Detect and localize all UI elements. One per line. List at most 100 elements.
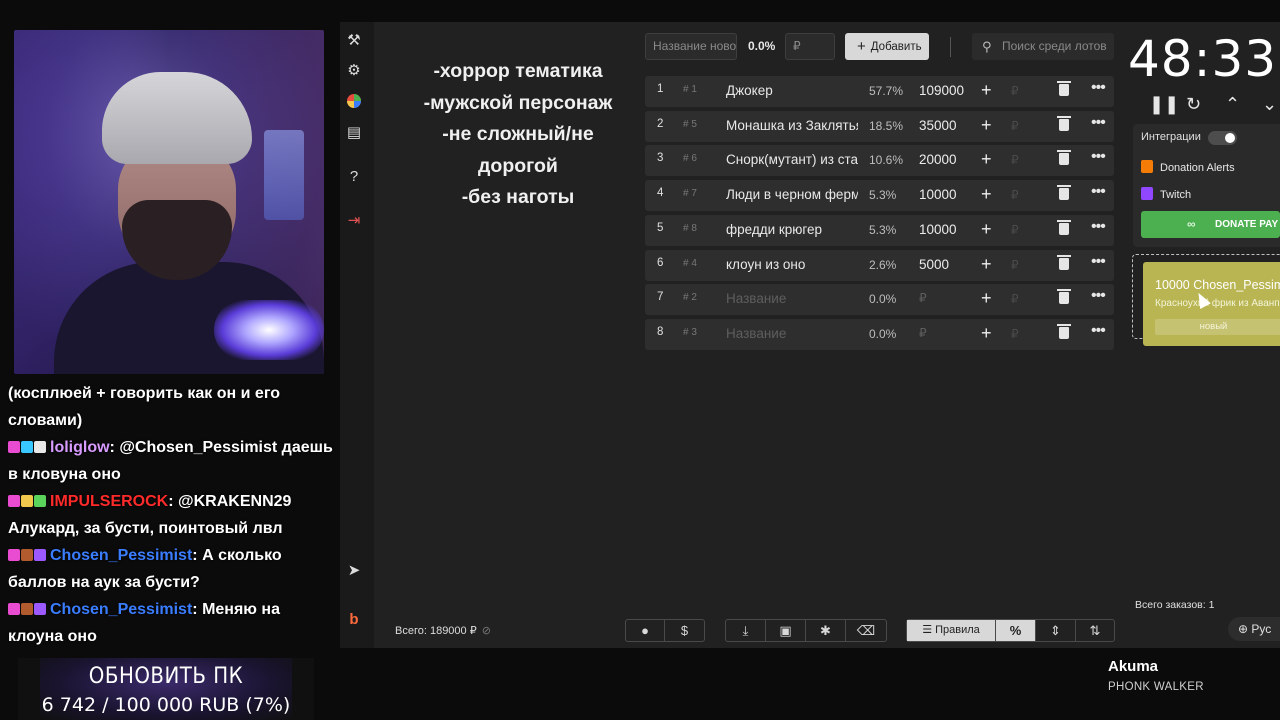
chevron-down-icon[interactable]: ⌄ xyxy=(1262,94,1277,115)
add-amount-icon[interactable]: + xyxy=(981,254,992,275)
wheel-icon[interactable] xyxy=(345,93,363,111)
dollar-icon[interactable]: $ xyxy=(665,620,704,641)
more-icon[interactable]: ••• xyxy=(1091,322,1106,340)
lot-name-input[interactable]: Название xyxy=(726,326,858,341)
goal-title: ОБНОВИТЬ ПК xyxy=(88,664,244,689)
split-icon[interactable]: ⇕ xyxy=(1036,620,1076,641)
trash-icon[interactable] xyxy=(1057,254,1071,270)
new-lot-name-input[interactable]: Название нового лота xyxy=(645,33,737,60)
sort-icon[interactable]: ⇅ xyxy=(1076,620,1114,641)
more-icon[interactable]: ••• xyxy=(1091,114,1106,132)
lot-amount[interactable]: ₽ xyxy=(919,291,927,305)
add-amount-input[interactable]: ₽ xyxy=(1011,258,1019,272)
github-icon[interactable]: ● xyxy=(626,620,665,641)
integration-donation-alerts[interactable]: Donation Alerts xyxy=(1141,160,1235,174)
more-icon[interactable]: ••• xyxy=(1091,148,1106,166)
add-amount-input[interactable]: ₽ xyxy=(1011,84,1019,98)
note-line: дорогой xyxy=(478,154,558,177)
donate-pay-button[interactable]: ∞ DONATE PAY xyxy=(1141,211,1280,238)
language-selector[interactable]: ⊕ Рус xyxy=(1228,617,1280,641)
lot-name-input[interactable]: Снорк(мутант) из сталкера xyxy=(726,152,858,167)
lot-name-input[interactable]: Название xyxy=(726,291,858,306)
add-amount-input[interactable]: ₽ xyxy=(1011,153,1019,167)
new-lot-amount-input[interactable]: ₽ xyxy=(785,33,835,60)
lot-amount[interactable]: 20000 xyxy=(919,152,957,167)
lot-number: 8 xyxy=(657,325,664,338)
chat-badges xyxy=(8,542,47,569)
chat-username[interactable]: Chosen_Pessimist xyxy=(50,601,192,618)
trash-icon[interactable] xyxy=(1057,115,1071,131)
lot-name-input[interactable]: Джокер xyxy=(726,83,858,98)
more-icon[interactable]: ••• xyxy=(1091,183,1106,201)
lot-name-input[interactable]: фредди крюгер xyxy=(726,222,858,237)
gear-icon[interactable]: ⚙ xyxy=(345,62,363,80)
lot-name-input[interactable]: клоун из оно xyxy=(726,257,858,272)
add-amount-input[interactable]: ₽ xyxy=(1011,292,1019,306)
gavel-icon[interactable]: ⚒ xyxy=(345,32,363,50)
lot-search-input[interactable]: ⚲ Поиск среди лотов xyxy=(972,33,1114,60)
chat-username[interactable]: loliglow xyxy=(50,439,110,456)
note-line: -хоррор тематика xyxy=(433,60,603,82)
trash-icon[interactable] xyxy=(1057,150,1071,166)
add-lot-button[interactable]: + Добавить xyxy=(845,33,929,60)
lot-amount[interactable]: 10000 xyxy=(919,187,957,202)
lot-row: 5 # 8 фредди крюгер 5.3% 10000 + ₽ ••• xyxy=(645,214,1114,246)
chevron-up-icon[interactable]: ⌃ xyxy=(1225,94,1240,115)
trash-icon[interactable] xyxy=(1057,323,1071,339)
trash-icon[interactable] xyxy=(1057,185,1071,201)
lot-amount[interactable]: ₽ xyxy=(919,326,927,340)
add-lot-label: Добавить xyxy=(870,41,922,53)
note-line: -мужской персонаж xyxy=(423,91,613,114)
help-icon[interactable]: ? xyxy=(345,168,363,186)
add-amount-icon[interactable]: + xyxy=(981,184,992,205)
add-amount-icon[interactable]: + xyxy=(981,115,992,136)
eye-off-icon[interactable]: ⊘ xyxy=(482,625,491,637)
lot-name-input[interactable]: Люди в черном ферма xyxy=(726,187,858,202)
add-amount-icon[interactable]: + xyxy=(981,288,992,309)
download-icon[interactable]: ⤓ xyxy=(726,620,766,641)
plus-icon: + xyxy=(857,38,866,55)
donation-card-tag[interactable]: новый xyxy=(1155,319,1280,335)
trash-icon[interactable] xyxy=(1057,81,1071,96)
goal-progress: 6 742 / 100 000 RUB (7%) xyxy=(41,694,291,716)
lot-amount[interactable]: 109000 xyxy=(919,83,964,98)
trash-icon[interactable] xyxy=(1057,289,1071,305)
integration-twitch[interactable]: Twitch xyxy=(1141,187,1191,201)
add-amount-input[interactable]: ₽ xyxy=(1011,223,1019,237)
clipboard-icon[interactable]: ▤ xyxy=(345,124,363,142)
more-icon[interactable]: ••• xyxy=(1091,79,1106,97)
save-icon[interactable]: ▣ xyxy=(766,620,806,641)
lot-percent: 10.6% xyxy=(869,153,904,168)
telegram-icon[interactable]: ➤ xyxy=(345,562,363,580)
more-icon[interactable]: ••• xyxy=(1091,253,1106,271)
add-amount-icon[interactable]: + xyxy=(981,219,992,240)
pause-icon[interactable]: ❚❚ xyxy=(1149,94,1179,115)
add-amount-icon[interactable]: + xyxy=(981,149,992,170)
add-amount-input[interactable]: ₽ xyxy=(1011,119,1019,133)
bug-icon[interactable]: ✱ xyxy=(806,620,846,641)
donation-card[interactable]: 10000 Chosen_Pessimist Красноухий фрик и… xyxy=(1143,262,1280,346)
lot-amount[interactable]: 5000 xyxy=(919,257,949,272)
more-icon[interactable]: ••• xyxy=(1091,218,1106,236)
add-amount-input[interactable]: ₽ xyxy=(1011,188,1019,202)
heart-badge-icon xyxy=(8,441,20,453)
lot-name-input[interactable]: Монашка из Заклятья xyxy=(726,118,858,133)
add-amount-icon[interactable]: + xyxy=(981,323,992,344)
chat-username[interactable]: IMPULSEROCK xyxy=(50,493,168,510)
lot-amount[interactable]: 35000 xyxy=(919,118,957,133)
add-amount-icon[interactable]: + xyxy=(981,80,992,101)
lot-amount[interactable]: 10000 xyxy=(919,222,957,237)
more-icon[interactable]: ••• xyxy=(1091,287,1106,305)
search-placeholder: Поиск среди лотов xyxy=(1002,39,1107,53)
percent-toggle[interactable]: % xyxy=(996,620,1036,641)
boosty-icon[interactable]: b xyxy=(345,611,363,629)
emote-badge-icon xyxy=(21,603,33,615)
integrations-toggle[interactable] xyxy=(1208,131,1237,145)
trash-icon[interactable] xyxy=(1057,219,1071,235)
clear-list-icon[interactable]: ⌫ xyxy=(846,620,886,641)
logout-icon[interactable]: ⇥ xyxy=(345,212,363,230)
add-amount-input[interactable]: ₽ xyxy=(1011,327,1019,341)
restart-icon[interactable]: ↻ xyxy=(1186,94,1201,115)
rules-button[interactable]: ☰ Правила xyxy=(907,620,996,641)
chat-username[interactable]: Chosen_Pessimist xyxy=(50,547,192,564)
